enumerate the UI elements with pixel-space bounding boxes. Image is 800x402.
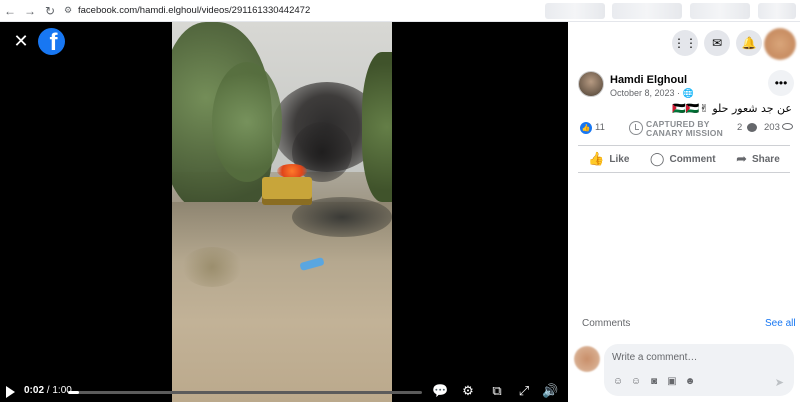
- like-reaction-icon[interactable]: 👍: [580, 122, 592, 134]
- post-stats: 👍 11 CAPTURED BY CANARY MISSION 2 203: [568, 120, 800, 140]
- comment-count[interactable]: 2: [737, 122, 742, 133]
- video-progress-bar[interactable]: [68, 391, 422, 394]
- comment-bubble-icon: [747, 123, 757, 132]
- more-options-icon[interactable]: •••: [768, 70, 794, 96]
- share-button[interactable]: ➦ Share: [736, 151, 780, 167]
- post-date[interactable]: October 8, 2023 · 🌐: [610, 88, 694, 99]
- comment-label: Comment: [669, 153, 716, 165]
- url-text: facebook.com/hamdi.elghoul/videos/291161…: [78, 5, 311, 16]
- author-name[interactable]: Hamdi Elghoul: [610, 74, 687, 86]
- time-current: 0:02: [24, 385, 45, 396]
- canary-mission-watermark: CAPTURED BY CANARY MISSION: [646, 120, 723, 138]
- account-avatar[interactable]: [764, 28, 796, 60]
- post-panel: ⋮⋮ ✉ 🔔 Hamdi Elghoul October 8, 2023 · 🌐…: [568, 22, 800, 402]
- comments-heading: Comments: [582, 318, 631, 329]
- settings-gear-icon[interactable]: ⚙: [460, 383, 476, 399]
- share-arrow-icon: ➦: [736, 151, 747, 166]
- share-label: Share: [751, 153, 780, 165]
- captions-icon[interactable]: 💬: [432, 383, 448, 399]
- video-controls: 0:02 / 1:00 💬 ⚙ ⧉ ⤢ 🔊: [0, 382, 568, 402]
- canary-mission-icon: [629, 121, 643, 135]
- site-info-icon[interactable]: ⚙: [64, 5, 78, 16]
- messenger-icon[interactable]: ✉: [704, 30, 730, 56]
- comment-tools: ☺ ☺ ◙ ▣ ☻: [612, 376, 696, 388]
- globe-icon: 🌐: [682, 88, 694, 98]
- video-tree-right: [362, 52, 392, 202]
- menu-grid-icon[interactable]: ⋮⋮: [672, 30, 698, 56]
- video-tree-left-canopy: [212, 62, 282, 182]
- mini-player-icon[interactable]: ⧉: [489, 383, 505, 399]
- commenter-avatar: [574, 346, 600, 372]
- see-all-link[interactable]: See all: [765, 318, 796, 329]
- comment-input[interactable]: Write a comment… ☺ ☺ ◙ ▣ ☻ ➤: [604, 344, 794, 396]
- send-icon[interactable]: ➤: [775, 376, 784, 389]
- comment-icon: ◯: [649, 151, 665, 166]
- like-label: Like: [609, 153, 630, 165]
- volume-icon[interactable]: 🔊: [542, 383, 558, 399]
- notifications-bell-icon[interactable]: 🔔: [736, 30, 762, 56]
- canary-line-2: CANARY MISSION: [646, 128, 723, 138]
- video-fire: [277, 164, 307, 178]
- view-count: 203: [764, 122, 780, 133]
- like-count[interactable]: 11: [595, 122, 605, 133]
- blurred-region: [545, 3, 605, 19]
- author-avatar[interactable]: [578, 71, 604, 97]
- video-player[interactable]: ✕ f 0:02 / 1:00 💬 ⚙ ⧉ ⤢ 🔊: [0, 22, 568, 402]
- post-actions: 👍 Like ◯ Comment ➦ Share: [578, 145, 790, 173]
- post-text: عن جد شعور حلو ✌🇵🇸🇵🇸: [672, 102, 792, 115]
- fullscreen-icon[interactable]: ⤢: [516, 383, 532, 399]
- camera-icon[interactable]: ◙: [648, 376, 660, 388]
- emoji-icon[interactable]: ☺: [630, 376, 642, 388]
- thumbs-up-icon: 👍: [588, 151, 605, 166]
- play-icon[interactable]: [6, 386, 15, 398]
- sticker-icon[interactable]: ☻: [684, 376, 696, 388]
- blurred-region: [690, 3, 750, 19]
- close-icon[interactable]: ✕: [12, 32, 30, 50]
- forward-icon[interactable]: →: [20, 0, 40, 22]
- video-grass: [182, 247, 242, 287]
- video-vehicle: [262, 177, 312, 205]
- video-frame[interactable]: [172, 22, 392, 402]
- video-progress-fill: [68, 391, 79, 394]
- like-button[interactable]: 👍 Like: [588, 151, 629, 167]
- gif-icon[interactable]: ▣: [666, 376, 678, 388]
- video-time: 0:02 / 1:00: [24, 385, 72, 396]
- browser-toolbar: ← → ↻ ⚙ facebook.com/hamdi.elghoul/video…: [0, 0, 800, 22]
- header-icons: ⋮⋮ ✉ 🔔: [672, 30, 762, 56]
- blurred-region: [758, 3, 796, 19]
- post-date-text: October 8, 2023 ·: [610, 88, 681, 98]
- back-icon[interactable]: ←: [0, 0, 20, 22]
- eye-icon: [782, 123, 793, 130]
- reload-icon[interactable]: ↻: [40, 0, 60, 22]
- address-bar[interactable]: ⚙ facebook.com/hamdi.elghoul/videos/2911…: [64, 3, 310, 19]
- facebook-logo-icon[interactable]: f: [38, 28, 65, 55]
- avatar-sticker-icon[interactable]: ☺: [612, 376, 624, 388]
- comment-placeholder: Write a comment…: [612, 352, 698, 363]
- comment-button[interactable]: ◯ Comment: [650, 151, 716, 167]
- blurred-region: [612, 3, 682, 19]
